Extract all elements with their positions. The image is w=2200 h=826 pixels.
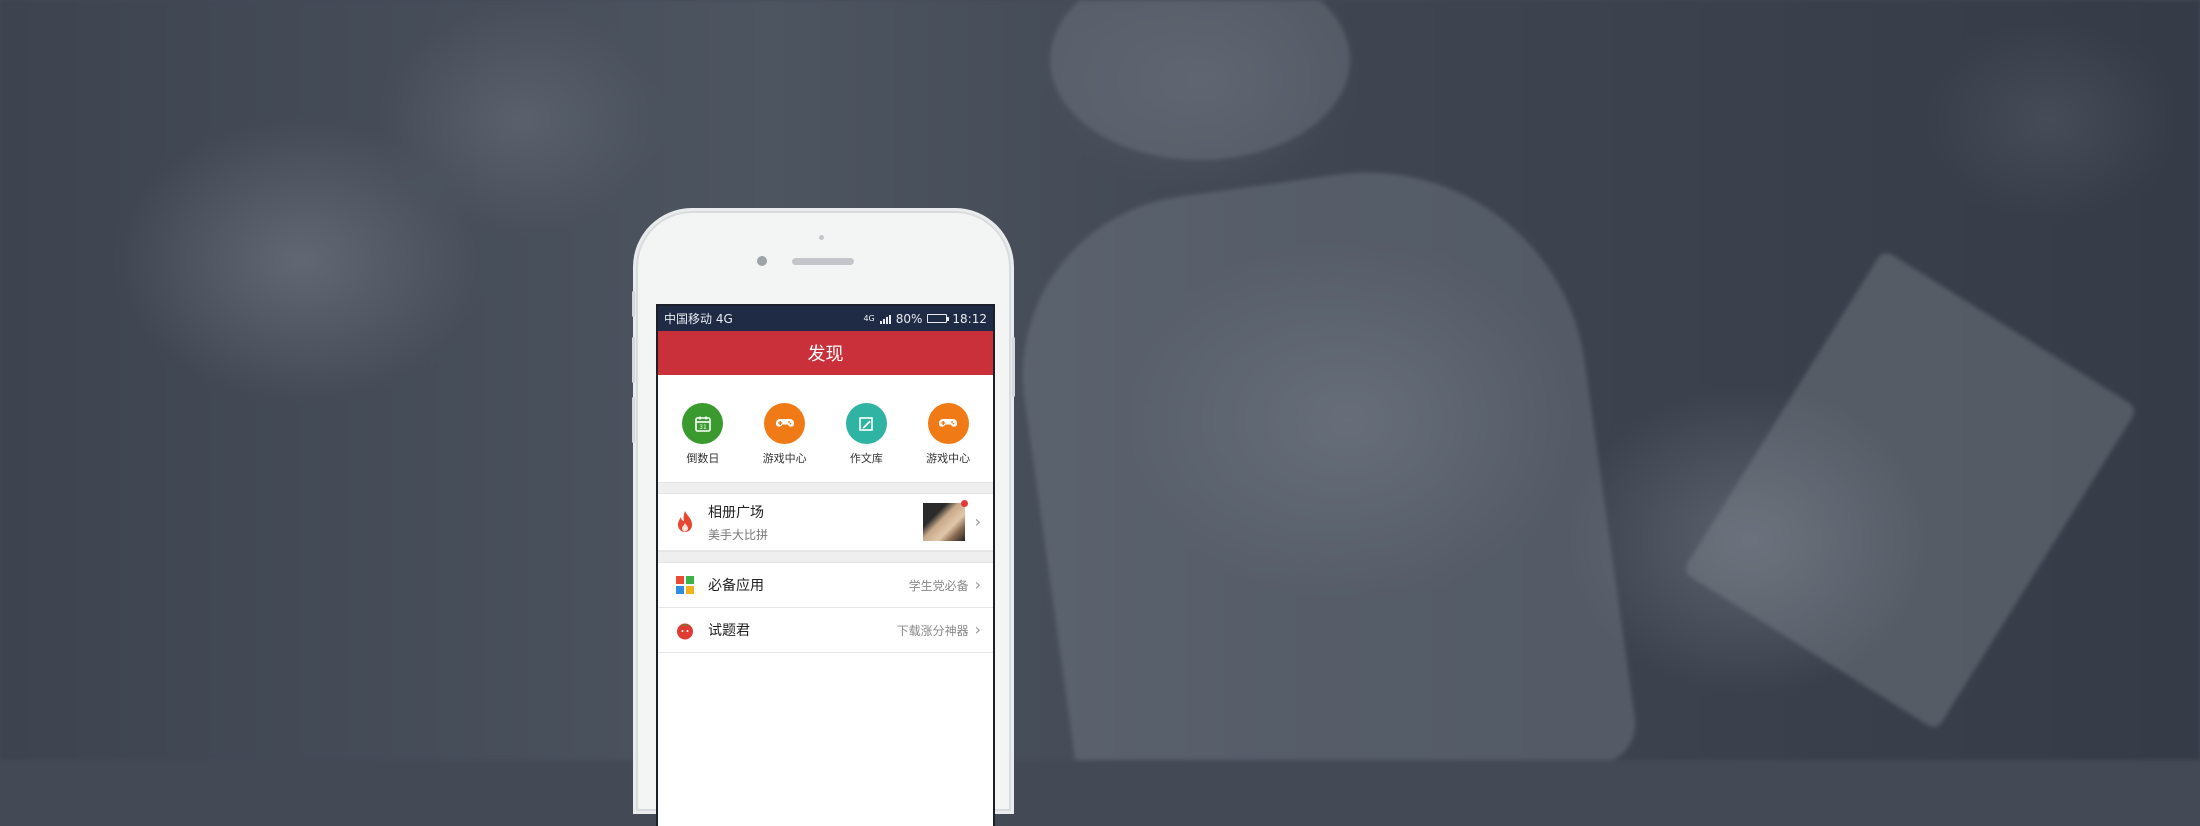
quiz-king-texts: 试题君 [708,620,897,640]
background-book-shape [1682,249,2138,731]
network-type: 4G [863,314,875,323]
battery-icon [927,314,950,323]
album-subtitle: 美手大比拼 [708,527,769,542]
phone-volume-down [632,397,635,443]
calendar-icon-number: 31 [699,424,707,431]
shortcut-label: 作文库 [849,452,883,465]
new-badge-dot [960,500,968,507]
album-title: 相册广场 [708,504,764,521]
carrier-label: 中国移动 4G [664,312,733,326]
phone-power-button [1012,337,1015,397]
essential-apps-title: 必备应用 [708,578,764,594]
chevron-right-icon: › [974,575,981,594]
apps-grid-icon [674,574,696,596]
shortcut-essay-library[interactable]: 作文库 [827,403,905,466]
battery-percent: 80% [895,311,923,326]
clock: 18:12 [952,311,987,326]
calendar-icon: 31 [682,403,724,444]
status-bar: 中国移动 4G 4G 80% 18:12 [658,306,993,331]
shortcut-label: 游戏中心 [926,452,971,465]
shortcut-game-center[interactable]: 游戏中心 [746,403,824,466]
page-title: 发现 [807,344,844,365]
phone-screen: 中国移动 4G 4G 80% 18:12 发现 31 倒数日 游戏中心 作文库 … [656,304,995,826]
background-head-shape [1050,0,1350,160]
phone-sensor [819,235,824,240]
section-divider [658,551,993,563]
phone-front-camera [757,256,767,266]
signal-icon [879,314,891,324]
shortcut-grid: 31 倒数日 游戏中心 作文库 游戏中心 [658,375,993,482]
phone-earpiece [792,258,854,265]
status-right-group: 4G 80% 18:12 [863,312,987,326]
shortcut-label: 游戏中心 [762,452,807,465]
gamepad-icon [927,403,969,444]
edit-icon [845,403,887,444]
quiz-king-hint: 下载涨分神器 [896,623,969,638]
tomato-icon [674,619,696,641]
album-square-row[interactable]: 相册广场 美手大比拼 › [658,494,993,551]
gamepad-icon [764,403,806,444]
shortcut-label: 倒数日 [686,452,720,465]
phone-device: 中国移动 4G 4G 80% 18:12 发现 31 倒数日 游戏中心 作文库 … [632,211,1015,826]
essential-apps-row[interactable]: 必备应用 学生党必备 › [658,563,993,608]
phone-side-button [632,291,635,317]
chevron-right-icon: › [974,512,981,531]
navigation-bar: 发现 [658,331,993,375]
background-shirt-shape [999,144,1641,760]
quiz-king-title: 试题君 [708,623,750,639]
phone-volume-up [632,337,635,383]
section-divider [658,482,993,494]
flame-icon [674,511,696,533]
chevron-right-icon: › [974,620,981,639]
shortcut-game-center-2[interactable]: 游戏中心 [909,403,987,466]
essential-apps-hint: 学生党必备 [908,578,969,593]
background-photo [0,0,2200,760]
album-texts: 相册广场 美手大比拼 [708,502,923,543]
album-thumbnail [922,500,968,541]
shortcut-countdown[interactable]: 31 倒数日 [664,403,742,466]
essential-apps-texts: 必备应用 [708,575,909,595]
quiz-king-row[interactable]: 试题君 下载涨分神器 › [658,608,993,653]
